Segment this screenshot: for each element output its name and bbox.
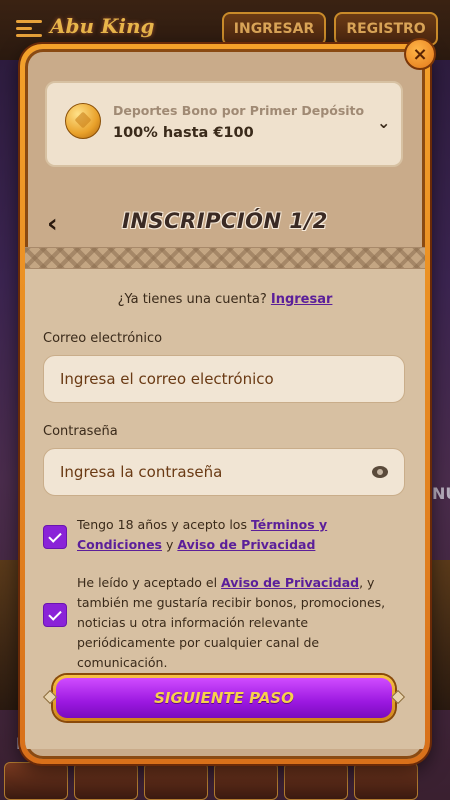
privacy-link[interactable]: Aviso de Privacidad: [221, 575, 359, 590]
login-prompt-text: ¿Ya tienes una cuenta?: [117, 292, 267, 307]
email-label: Correo electrónico: [43, 331, 163, 346]
privacy-link[interactable]: Aviso de Privacidad: [177, 537, 315, 552]
chevron-down-icon[interactable]: ⌄: [377, 113, 390, 132]
password-placeholder: Ingresa la contraseña: [60, 463, 223, 481]
next-step-button-frame: SIGUIENTE PASO: [53, 675, 395, 721]
marketing-text-part: He leído y aceptado el: [77, 575, 222, 590]
page-title: INSCRIPCIÓN 1/2: [122, 209, 328, 233]
bonus-selector[interactable]: Deportes Bono por Primer Depósito 100% h…: [45, 81, 403, 167]
terms-text-part: Tengo 18 años y acepto los: [77, 517, 251, 532]
background-game-tile[interactable]: [284, 762, 348, 800]
terms-row: Tengo 18 años y acepto los Términos y Co…: [43, 515, 405, 559]
email-field[interactable]: Ingresa el correo electrónico: [43, 355, 405, 403]
marketing-row: He leído y aceptado el Aviso de Privacid…: [43, 573, 405, 670]
password-field[interactable]: Ingresa la contraseña: [43, 448, 405, 496]
login-prompt: ¿Ya tienes una cuenta? Ingresar: [25, 292, 425, 307]
background-game-row: [0, 762, 450, 800]
email-placeholder: Ingresa el correo electrónico: [60, 370, 274, 388]
close-icon[interactable]: ×: [404, 38, 436, 70]
marketing-checkbox[interactable]: [43, 603, 67, 627]
step-header: ‹ INSCRIPCIÓN 1/2: [25, 199, 425, 251]
background-game-tile[interactable]: [354, 762, 418, 800]
bonus-title: 100% hasta €100: [113, 125, 254, 141]
modal-body: Deportes Bono por Primer Depósito 100% h…: [25, 49, 425, 759]
terms-text-part: y: [162, 537, 178, 552]
terms-text: Tengo 18 años y acepto los Términos y Co…: [77, 515, 395, 555]
bonus-subtitle: Deportes Bono por Primer Depósito: [113, 103, 365, 118]
background-game-tile[interactable]: [74, 762, 138, 800]
site-logo[interactable]: Abu King: [50, 14, 155, 38]
marketing-text: He leído y aceptado el Aviso de Privacid…: [77, 573, 395, 673]
background-game-tile[interactable]: [4, 762, 68, 800]
menu-icon[interactable]: [16, 20, 42, 40]
background-game-tile: [0, 560, 20, 710]
eye-icon[interactable]: [372, 466, 388, 478]
registration-modal: Deportes Bono por Primer Depósito 100% h…: [20, 44, 430, 764]
next-step-button[interactable]: SIGUIENTE PASO: [56, 678, 392, 718]
soccer-ball-icon: [65, 103, 101, 139]
background-game-tile: [430, 560, 450, 710]
background-section-title: NU: [432, 484, 450, 503]
password-label: Contraseña: [43, 424, 118, 439]
background-game-tile[interactable]: [144, 762, 208, 800]
decorative-divider: [25, 247, 425, 269]
terms-checkbox[interactable]: [43, 525, 67, 549]
login-link[interactable]: Ingresar: [271, 292, 333, 307]
header-login-button[interactable]: INGRESAR: [222, 12, 326, 46]
background-game-tile[interactable]: [214, 762, 278, 800]
